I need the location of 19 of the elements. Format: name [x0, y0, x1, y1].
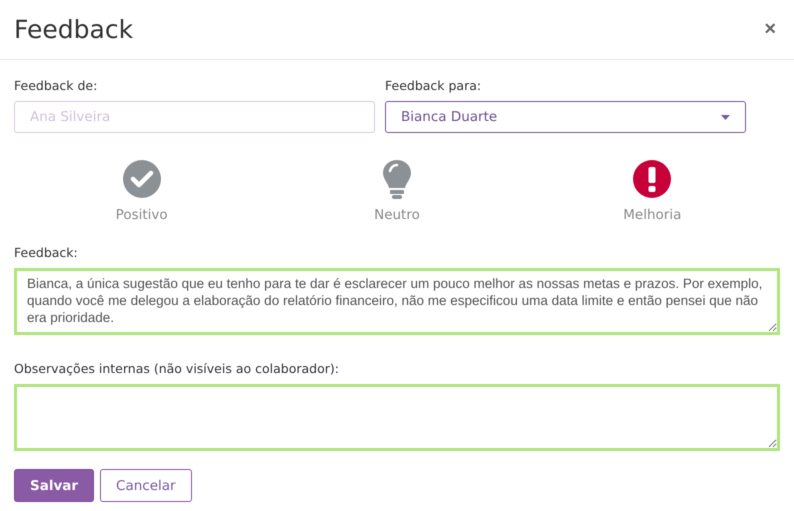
field-label: Feedback para:: [385, 78, 482, 93]
exclamation-icon[interactable]: [632, 159, 672, 199]
dialog-title: Feedback: [14, 15, 134, 44]
close-button[interactable]: ×: [760, 18, 780, 41]
lightbulb-icon[interactable]: [382, 159, 412, 199]
type-label: Neutro: [374, 207, 420, 223]
input-field[interactable]: Ana Silveira: [14, 101, 375, 133]
notes-field[interactable]: [14, 384, 780, 451]
cancel-button[interactable]: Cancelar: [100, 469, 192, 502]
field-label: Feedback:: [14, 245, 79, 260]
field-label: Observações internas (não visíveis ao colaborador):: [14, 361, 340, 376]
save-button[interactable]: Salvar: [14, 469, 94, 502]
type-label: Positivo: [116, 207, 168, 223]
field-label: Feedback de:: [14, 78, 98, 93]
type-label: Melhoria: [623, 207, 682, 223]
select-field[interactable]: Bianca Duarte: [385, 101, 746, 133]
feedback-field[interactable]: Bianca, a única sugestão que eu tenho para te dar é esclarecer um pouco melhor as nossas metas e prazos. Por exemplo, quando você me delegou a elaboração do relatório financeiro, não me especificou uma data limite e então pensei que não era prioridade.: [14, 268, 780, 335]
check-icon[interactable]: [122, 159, 162, 199]
caret-icon: [721, 114, 730, 120]
